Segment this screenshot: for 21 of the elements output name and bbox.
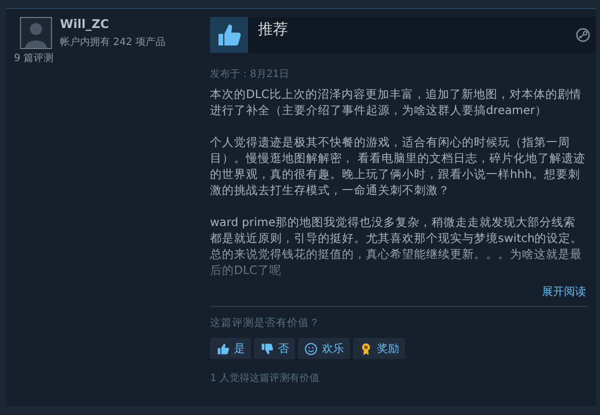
review-paragraph: 个人觉得遗迹是极其不快餐的游戏，适合有闲心的时候玩（指第一周目）。慢慢逛地图解解密， 看看电脑里的文档日志，碎片化地了解遗迹的世界观，真的很有趣。晚上玩了俩小时，跟看小说一样hhh。想要刺激的挑战去打生存模式，一命通关刺不刺激？ [210,134,586,198]
vote-button[interactable]: 是 [210,338,251,359]
vote-button[interactable]: 奖励 [353,338,405,359]
reviewer-name[interactable]: Will_ZC [60,17,166,31]
smiley-icon [304,342,318,356]
thumbs-up-icon [216,342,230,356]
review-paragraph: ward prime那的地图我觉得也没多复杂，稍微走走就发现大部分线索都是就近原则，引导的挺好。尤其喜欢那个现实与梦境switch的设定。总的来说觉得钱花的挺值的，真心希望能继续更新。。。为啥这就是最后的DLC了呢 [210,214,584,278]
products-owned[interactable]: 帐户内拥有 242 项产品 [60,35,166,49]
medal-icon [359,342,373,356]
review-paragraph: 本次的DLC比上次的沼泽内容更加丰富，追加了新地图，对本体的剧情进行了补全（主要介绍了事件起源，为啥这群人要搞dreamer） [210,86,582,118]
helpful-summary: 1 人觉得这篇评测有价值 [210,372,321,385]
posted-date: 发布于：8月21日 [210,68,290,81]
avatar-icon[interactable] [20,17,52,49]
helpful-question: 这篇评测是否有价值？ [210,316,321,330]
verdict-title: 推荐 [258,20,288,39]
thumbs-down-icon [260,342,274,356]
vote-button[interactable]: 欢乐 [298,338,350,359]
vote-button[interactable]: 否 [254,338,295,359]
logo-icon [576,28,590,42]
expand-link[interactable]: 展开阅读 [542,284,586,299]
review-count[interactable]: 9 篇评测 [14,51,202,65]
